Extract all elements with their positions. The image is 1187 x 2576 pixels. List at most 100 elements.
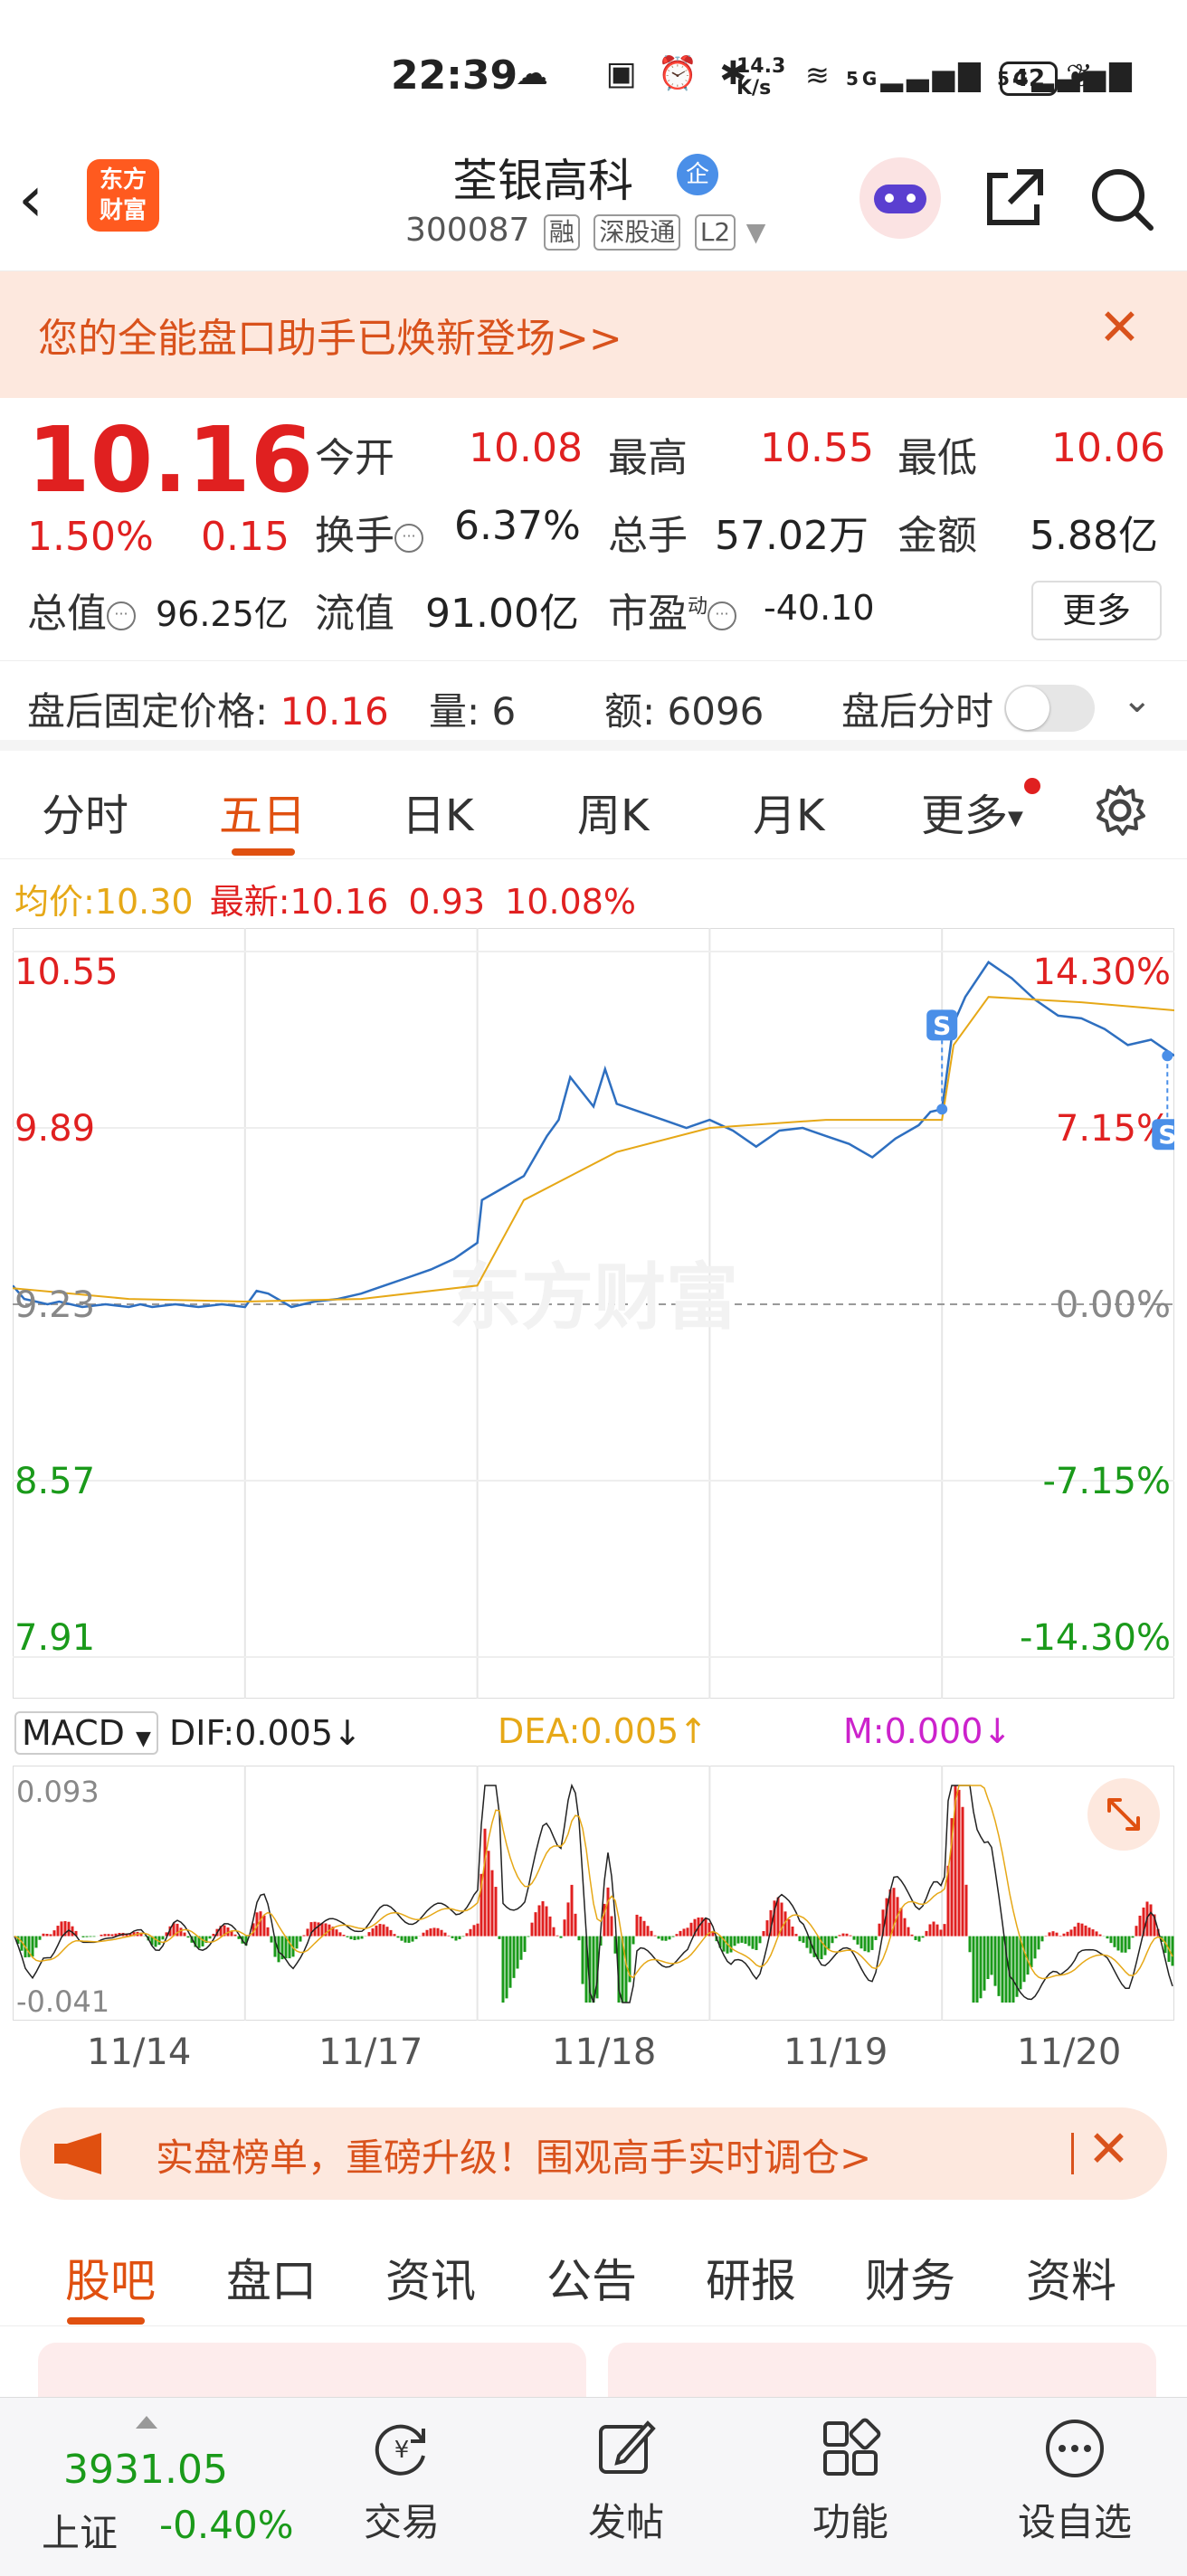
status-bar: 22:39 ☁ ▣ ⏰ ✱ 14.3 K/s ≋ 5G▂▃▅▇ 5G▂▃▅▇ 4… xyxy=(0,0,1187,154)
chevron-down-icon[interactable]: ⌄ xyxy=(1122,679,1153,721)
macd-y-top: 0.093 xyxy=(16,1775,100,1809)
more-dots-icon xyxy=(1046,2420,1104,2477)
sell-marker-label: S xyxy=(933,1010,951,1040)
more-button[interactable]: 更多 xyxy=(1031,581,1162,640)
info-icon[interactable]: ··· xyxy=(394,524,423,553)
after-hours-toggle-label: 盘后分时 xyxy=(841,689,994,734)
close-icon[interactable]: ✕ xyxy=(1087,2120,1130,2179)
y-tick-right: -14.30% xyxy=(1020,1617,1171,1659)
status-icons: ☁ ▣ ⏰ ✱ xyxy=(516,54,752,92)
watermark: 东方财富 xyxy=(449,1255,738,1340)
macd-y-bottom: -0.041 xyxy=(16,1984,109,2019)
nav-label: 功能 xyxy=(812,2500,888,2544)
tab-intraday[interactable]: 分时 xyxy=(42,780,128,843)
nav-label: 发帖 xyxy=(587,2500,664,2544)
level2-tag: L2 xyxy=(694,214,736,251)
tab-research[interactable]: 研报 xyxy=(706,2245,796,2310)
macd-dif: DIF:0.005 xyxy=(169,1713,333,1753)
after-hours-amount: 额: 6096 xyxy=(604,681,764,736)
info-icon[interactable]: ··· xyxy=(107,601,136,630)
tab-guba[interactable]: 股吧 xyxy=(65,2245,156,2310)
info-icon[interactable]: ··· xyxy=(707,601,737,630)
y-tick-left: 9.89 xyxy=(14,1108,95,1150)
mktcap-label: 总值 ··· xyxy=(27,581,136,639)
mktcap-value: 96.25亿 xyxy=(156,594,289,634)
date-label: 11/17 xyxy=(318,2031,423,2073)
tab-weekly-k[interactable]: 周K xyxy=(577,780,649,843)
stock-header: ‹ 东方财富 荃银高科 企 300087 融 深股通 L2 ▼ xyxy=(0,136,1187,271)
chevron-down-icon: ▼ xyxy=(745,217,766,247)
nav-functions[interactable]: 功能 xyxy=(778,2416,923,2547)
price-summary: 均价:10.30 最新:10.16 0.93 10.08% xyxy=(14,874,636,923)
signal-bars-icon: ▂▃▅▇ xyxy=(880,58,984,92)
expand-up-icon[interactable] xyxy=(136,2416,157,2429)
promo-banner[interactable]: 实盘榜单，重磅升级！围观高手实时调仓> ✕ xyxy=(20,2107,1167,2200)
ah-price-value: 10.16 xyxy=(280,689,389,734)
latest-label: 最新: xyxy=(209,882,290,922)
latest-value: 10.16 xyxy=(290,882,389,922)
low-value: 10.06 xyxy=(1051,425,1165,471)
stock-code-line[interactable]: 300087 融 深股通 L2 ▼ xyxy=(405,212,765,251)
amount-label: 金额 xyxy=(897,513,977,559)
date-axis: 11/14 11/17 11/18 11/19 11/20 xyxy=(0,2031,1187,2077)
date-label: 11/14 xyxy=(87,2031,192,2073)
index-change[interactable]: -0.40% xyxy=(159,2503,294,2547)
float-label: 流值 xyxy=(315,591,394,637)
yuan-cycle-icon: ¥ xyxy=(375,2424,425,2476)
latest-change: 0.93 xyxy=(408,882,486,922)
y-tick-left: 8.57 xyxy=(14,1461,95,1502)
ai-assistant-avatar[interactable] xyxy=(859,157,941,239)
y-tick-right: 14.30% xyxy=(1032,952,1171,993)
tab-more[interactable]: 更多▼ xyxy=(921,780,1023,843)
assistant-banner[interactable]: 您的全能盘口助手已焕新登场>> ✕ xyxy=(0,271,1187,398)
nav-watchlist-settings[interactable]: 设自选 xyxy=(1002,2416,1147,2547)
tab-announcements[interactable]: 公告 xyxy=(546,2245,637,2310)
pe-value: -40.10 xyxy=(764,588,875,628)
index-name[interactable]: 上证 xyxy=(42,2503,118,2558)
active-tab-underline xyxy=(232,848,295,856)
macd-dea: DEA:0.005 xyxy=(498,1711,679,1751)
ah-price-label: 盘后固定价格: xyxy=(27,689,269,734)
five-day-chart[interactable]: 东方财富10.55 14.30%9.89 7.15%9.23 0.00%8.57 -7.… xyxy=(13,928,1174,1699)
marker-dot xyxy=(1162,1050,1173,1062)
close-icon[interactable]: ✕ xyxy=(1098,298,1141,357)
index-value[interactable]: 3931.05 xyxy=(63,2447,228,2493)
gear-icon[interactable] xyxy=(1091,781,1149,839)
mktcap-label-text: 总值 xyxy=(27,591,107,637)
app-logo[interactable]: 东方财富 xyxy=(87,159,159,232)
logo-text: 东方财富 xyxy=(99,166,147,224)
nav-label: 设自选 xyxy=(1017,2500,1132,2544)
back-button[interactable]: ‹ xyxy=(18,163,72,235)
indicator-selector[interactable]: MACD ▼ xyxy=(14,1711,158,1755)
last-price: 10.16 xyxy=(27,407,314,513)
avg-label: 均价: xyxy=(14,882,95,922)
float-value: 91.00亿 xyxy=(425,591,579,637)
volume-label: 总手 xyxy=(608,513,688,559)
tab-daily-k[interactable]: 日K xyxy=(402,780,473,843)
net-speed: 14.3 K/s xyxy=(736,55,786,99)
nav-post[interactable]: 发帖 xyxy=(554,2416,698,2547)
nav-trade[interactable]: ¥ 交易 xyxy=(329,2416,474,2547)
grid-icon xyxy=(823,2418,881,2476)
tab-monthly-k[interactable]: 月K xyxy=(753,780,824,843)
caret-down-icon: ▼ xyxy=(1008,807,1023,830)
tab-pankou[interactable]: 盘口 xyxy=(226,2245,317,2310)
macd-m: M:0.000 xyxy=(843,1711,983,1751)
search-icon[interactable] xyxy=(1086,163,1158,235)
tab-finance[interactable]: 财务 xyxy=(865,2245,955,2310)
amount-value: 5.88亿 xyxy=(1030,513,1158,559)
expand-icon[interactable] xyxy=(1087,1778,1160,1851)
tab-news[interactable]: 资讯 xyxy=(385,2245,476,2310)
nfc-icon: ▣ xyxy=(605,55,642,92)
share-icon[interactable] xyxy=(977,163,1049,235)
low-label: 最低 xyxy=(897,435,977,481)
tab-five-day[interactable]: 五日 xyxy=(219,780,306,843)
macd-chart[interactable]: 0.093 -0.041 xyxy=(13,1766,1174,2021)
avg-value: 10.30 xyxy=(94,882,194,922)
ah-vol-value: 6 xyxy=(491,689,517,734)
tab-profile[interactable]: 资料 xyxy=(1026,2245,1116,2310)
wifi-icon: ≋ xyxy=(805,58,833,92)
after-hours-toggle[interactable] xyxy=(1004,685,1095,732)
wechat-icon: ☁ xyxy=(516,55,554,92)
ah-amt-label: 额: xyxy=(604,689,656,734)
